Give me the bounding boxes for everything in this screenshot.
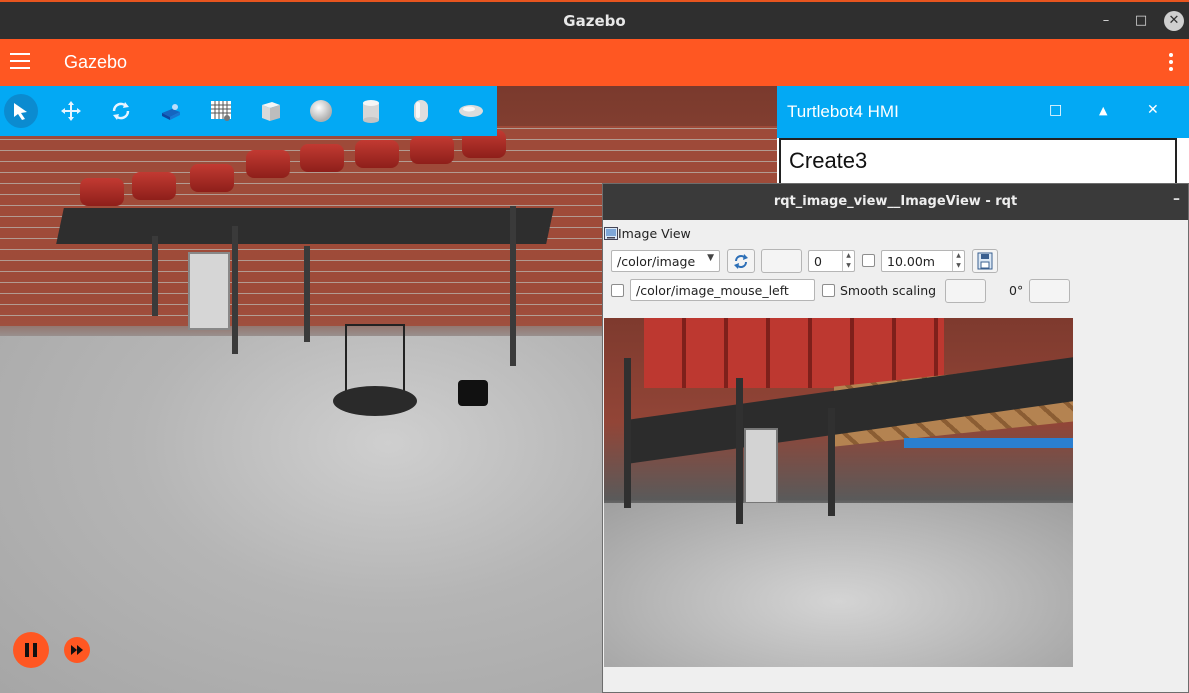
image-view-icon [604, 227, 618, 240]
step-forward-button[interactable] [64, 637, 90, 663]
rotate-left-button[interactable] [945, 279, 986, 303]
hmi-maximize-icon[interactable]: □ [1049, 102, 1062, 118]
pause-button[interactable] [13, 632, 49, 668]
hmi-title: Turtlebot4 HMI [787, 102, 899, 121]
rotation-label: 0° [1009, 283, 1024, 298]
rqt-title-bar: rqt_image_view__ImageView - rqt – [603, 184, 1188, 220]
hmi-display-text: Create3 [789, 148, 868, 173]
camera-image[interactable] [604, 318, 1073, 667]
camera-pole [828, 408, 835, 516]
app-title: Gazebo [64, 52, 128, 72]
spin-arrows-icon[interactable]: ▲ ▼ [842, 251, 854, 271]
duration-field[interactable]: 10.00m ▲ ▼ [881, 250, 965, 272]
barrel [300, 144, 344, 172]
duration-checkbox[interactable] [862, 254, 875, 267]
select-arrow-icon[interactable] [4, 94, 38, 128]
plugin-label: Image View [618, 226, 691, 241]
shelf-pole [152, 236, 158, 316]
shelf-pole [232, 226, 238, 354]
chevron-down-icon: ▼ [707, 253, 714, 263]
smooth-scaling-checkbox[interactable] [822, 284, 835, 297]
camera-blue-crates [904, 438, 1073, 448]
blank-button[interactable] [761, 249, 802, 273]
mouse-publish-checkbox[interactable] [611, 284, 624, 297]
window-title: Gazebo [563, 12, 626, 30]
hmi-collapse-icon[interactable]: ▲ [1099, 104, 1107, 117]
sphere-shape-icon[interactable] [304, 94, 338, 128]
barrel [355, 140, 399, 168]
save-image-button[interactable] [972, 249, 998, 273]
scene-door [188, 252, 230, 330]
box-shape-icon[interactable] [254, 94, 288, 128]
rotate-right-button[interactable] [1029, 279, 1070, 303]
refresh-topics-button[interactable] [727, 249, 755, 273]
close-button[interactable]: ✕ [1164, 11, 1184, 31]
transform-control-icon[interactable] [154, 94, 188, 128]
save-image-icon [977, 252, 993, 270]
duration-value: 10.00m [887, 254, 935, 269]
shelf-pole [304, 246, 310, 342]
barrel [190, 164, 234, 192]
docking-station [458, 380, 488, 406]
rqt-image-view-window: rqt_image_view__ImageView - rqt – Image … [602, 183, 1189, 693]
spin-value-field[interactable]: 0 ▲ ▼ [808, 250, 855, 272]
turtlebot-base [333, 386, 417, 416]
camera-floor [604, 503, 1073, 667]
scene-toolbar [0, 86, 497, 136]
rqt-title: rqt_image_view__ImageView - rqt [773, 194, 1018, 209]
capsule-shape-icon[interactable] [404, 94, 438, 128]
barrel [132, 172, 176, 200]
maximize-button[interactable]: □ [1131, 11, 1151, 31]
refresh-icon [734, 254, 748, 269]
grid-icon[interactable] [204, 94, 238, 128]
spin-value: 0 [814, 254, 822, 269]
mouse-topic-field[interactable]: /color/image_mouse_left [630, 279, 815, 301]
window-title-bar: Gazebo – □ ✕ [0, 0, 1189, 39]
more-options-icon[interactable] [1169, 53, 1175, 74]
app-bar: Gazebo [0, 39, 1189, 86]
hmi-close-icon[interactable]: ✕ [1147, 102, 1159, 118]
barrel [410, 136, 454, 164]
rqt-minimize-button[interactable]: – [1173, 191, 1180, 207]
ellipsoid-shape-icon[interactable] [454, 94, 488, 128]
barrel [80, 178, 124, 206]
barrel [246, 150, 290, 178]
smooth-scaling-label: Smooth scaling [840, 283, 937, 298]
topic-dropdown[interactable]: /color/image ▼ [611, 250, 720, 272]
hmi-header: Turtlebot4 HMI □ ▲ ✕ [777, 86, 1189, 138]
camera-barrels [644, 318, 944, 388]
rotate-icon[interactable] [104, 94, 138, 128]
shelf-platform [56, 208, 554, 244]
topic-dropdown-value: /color/image [617, 254, 696, 269]
shelf-pole [510, 206, 516, 366]
duration-spin-arrows-icon[interactable]: ▲ ▼ [952, 251, 964, 271]
hmi-display: Create3 [779, 138, 1177, 186]
translate-icon[interactable] [54, 94, 88, 128]
camera-door [744, 428, 778, 504]
cylinder-shape-icon[interactable] [354, 94, 388, 128]
turtlebot-frame [345, 324, 405, 394]
hamburger-menu-icon[interactable] [10, 53, 30, 71]
mouse-topic-value: /color/image_mouse_left [636, 283, 789, 298]
camera-pole [736, 378, 743, 524]
camera-pole [624, 358, 631, 508]
minimize-button[interactable]: – [1096, 11, 1116, 31]
